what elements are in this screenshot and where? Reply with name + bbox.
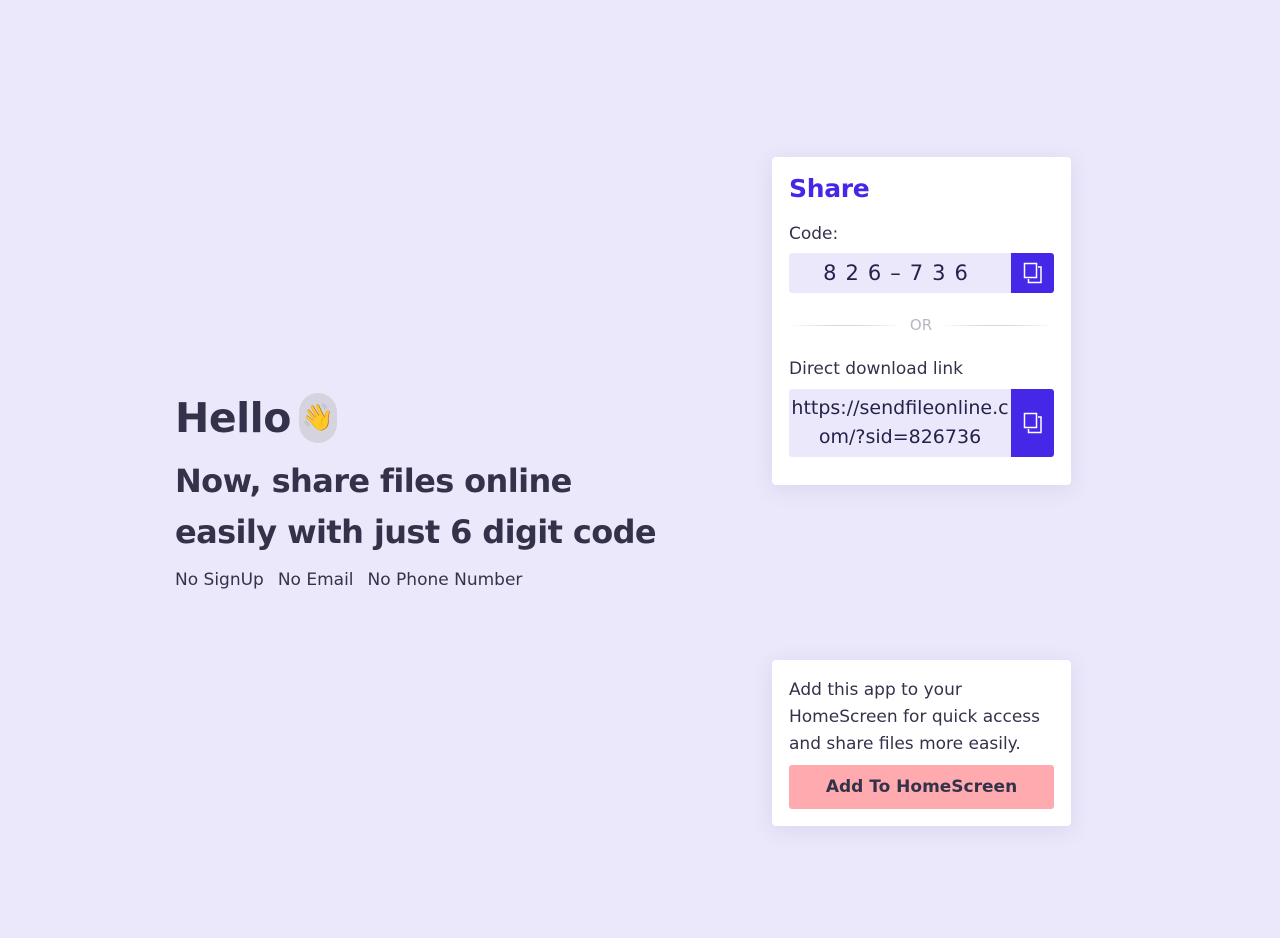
download-link-label: Direct download link <box>789 359 963 379</box>
or-text: OR <box>901 316 941 334</box>
add-to-homescreen-card: Add this app to your HomeScreen for quic… <box>772 660 1071 826</box>
feature-no-signup: No SignUp <box>175 570 264 590</box>
download-link-display[interactable]: https://sendfileonline.com/?sid=826736 <box>789 389 1011 457</box>
tagline-line-1: Now, share files online <box>175 462 572 500</box>
share-code-display: 826–736 <box>789 253 1011 293</box>
waving-hand-icon: 👋 <box>298 393 337 443</box>
hero-section: Hello 👋 Now, share files online easily w… <box>175 390 695 590</box>
copy-icon <box>1023 262 1042 284</box>
page: Hello 👋 Now, share files online easily w… <box>0 0 1280 938</box>
copy-code-button[interactable] <box>1011 253 1054 293</box>
share-card: Share Code: 826–736 OR Direct download l… <box>772 157 1071 485</box>
feature-no-email: No Email <box>277 570 354 590</box>
tagline-line-2: easily with just 6 digit code <box>175 513 657 551</box>
add-to-homescreen-button[interactable]: Add To HomeScreen <box>789 765 1054 809</box>
homescreen-message: Add this app to your HomeScreen for quic… <box>789 680 1040 754</box>
share-title: Share <box>789 174 870 203</box>
divider-line-left <box>789 324 902 326</box>
tagline: Now, share files online easily with just… <box>175 456 695 558</box>
greeting-row: Hello 👋 <box>175 390 695 446</box>
feature-list: No SignUp No Email No Phone Number <box>175 570 695 590</box>
greeting-heading: Hello <box>175 394 291 442</box>
or-divider: OR <box>789 313 1054 337</box>
copy-icon <box>1023 412 1042 434</box>
code-label: Code: <box>789 224 839 244</box>
copy-link-button[interactable] <box>1011 389 1054 457</box>
divider-line-right <box>940 324 1054 326</box>
feature-no-phone: No Phone Number <box>367 570 523 590</box>
